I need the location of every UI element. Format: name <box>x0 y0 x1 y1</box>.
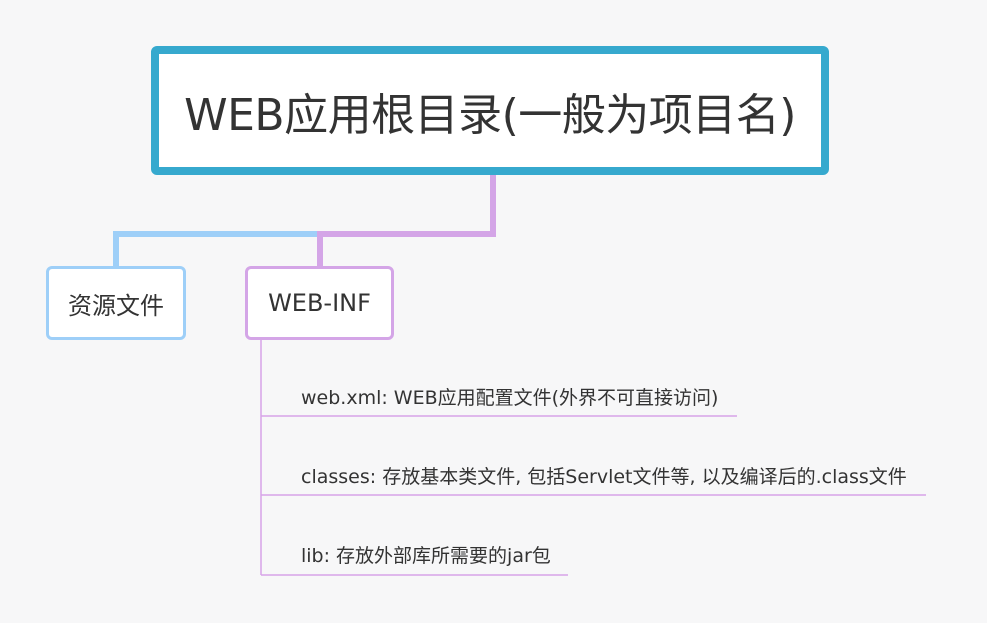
connector-root-to-resources <box>113 231 320 266</box>
connector-root-to-webinf <box>317 175 496 266</box>
leaf-web-xml[interactable]: web.xml: WEB应用配置文件(外界不可直接访问) <box>301 386 718 410</box>
node-resources[interactable]: 资源文件 <box>46 266 186 340</box>
root-node[interactable]: WEB应用根目录(一般为项目名) <box>151 46 829 175</box>
root-node-label: WEB应用根目录(一般为项目名) <box>184 89 796 141</box>
leaf-lib[interactable]: lib: 存放外部库所需要的jar包 <box>301 544 551 568</box>
node-web-inf[interactable]: WEB-INF <box>245 266 394 340</box>
node-web-inf-label: WEB-INF <box>268 289 371 317</box>
node-resources-label: 资源文件 <box>68 291 164 320</box>
leaf-classes[interactable]: classes: 存放基本类文件, 包括Servlet文件等, 以及编译后的.c… <box>301 465 907 489</box>
